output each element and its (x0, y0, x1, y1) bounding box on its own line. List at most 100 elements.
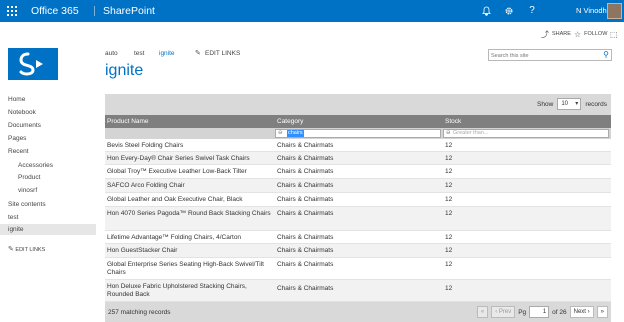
grid-toolbar: Show 10 records (105, 94, 611, 115)
leftnav-recent[interactable]: Recent (8, 148, 29, 155)
share-button[interactable]: ⤴ SHARE (541, 28, 571, 40)
cell-stock: 12 (445, 210, 453, 217)
share-icon: ⤴ (541, 29, 549, 39)
prev-label: Prev (498, 309, 512, 315)
category-filter-input[interactable]: ⊖ chairs (275, 129, 441, 138)
table-row[interactable]: SAFCO Arco Folding Chair Chairs & Chairm… (105, 179, 611, 193)
page-size-select[interactable]: 10 (557, 98, 582, 110)
cell-category: Chairs & Chairmats (277, 210, 334, 217)
search-box[interactable]: ⚲ (488, 49, 612, 61)
table-row[interactable]: Global Leather and Oak Executive Chair, … (105, 193, 611, 207)
table-row[interactable]: Lifetime Advantage™ Folding Chairs, 4/Ca… (105, 231, 611, 244)
table-row[interactable]: Bevis Steel Folding Chairs Chairs & Chai… (105, 139, 611, 152)
show-label: Show (537, 100, 554, 108)
topnav-item-auto[interactable]: auto (105, 50, 118, 57)
table-row[interactable]: Global Enterprise Series Seating High-Ba… (105, 258, 611, 280)
cell-category: Chairs & Chairmats (277, 261, 334, 268)
cell-category: Chairs & Chairmats (277, 234, 334, 241)
leftnav-ignite[interactable]: ignite (8, 226, 24, 233)
avatar[interactable] (607, 3, 622, 19)
last-page-button[interactable]: » (596, 306, 608, 318)
column-header-product-name[interactable]: Product Name (107, 118, 149, 125)
table-row[interactable]: Hon Every-Day® Chair Series Swivel Task … (105, 152, 611, 165)
cell-product-name: Hon 4070 Series Pagoda™ Round Back Stack… (107, 210, 271, 217)
follow-label: FOLLOW (584, 31, 608, 37)
product-name[interactable]: SharePoint (103, 0, 155, 22)
user-name[interactable]: N Vinodh (576, 0, 607, 22)
cell-stock: 12 (445, 168, 453, 175)
filter-icon: ⊖ (446, 130, 451, 136)
table-row[interactable]: Hon 4070 Series Pagoda™ Round Back Stack… (105, 207, 611, 231)
grid-filter-row: ⊖ chairs ⊖ Greater than... (105, 128, 611, 139)
leftnav-edit-links-label: EDIT LINKS (15, 247, 46, 253)
stock-filter-input[interactable]: ⊖ Greater than... (443, 129, 609, 138)
prev-page-button[interactable]: ‹ Prev (491, 306, 516, 318)
leftnav-pages[interactable]: Pages (8, 135, 26, 142)
matching-records-count: 257 matching records (108, 309, 171, 316)
page-number-input[interactable]: 1 (529, 306, 550, 318)
cell-product-name: Hon Every-Day® Chair Series Swivel Task … (107, 155, 250, 162)
follow-button[interactable]: ☆ FOLLOW (574, 28, 607, 40)
sharepoint-icon (19, 52, 43, 76)
filter-icon: ⊖ (278, 130, 283, 136)
bell-icon[interactable] (479, 0, 493, 22)
leftnav-site-contents[interactable]: Site contents (8, 201, 46, 208)
table-row[interactable]: Hon GuestStacker Chair Chairs & Chairmat… (105, 244, 611, 258)
focus-button[interactable]: ⬚ (610, 28, 618, 40)
cell-stock: 12 (445, 261, 453, 268)
suite-divider (94, 6, 95, 16)
grid-header: Product Name Category Stock (105, 115, 611, 128)
search-icon[interactable]: ⚲ (603, 50, 609, 60)
star-icon: ☆ (574, 29, 582, 39)
leftnav-edit-links[interactable]: ✎ EDIT LINKS (8, 245, 45, 253)
table-row[interactable]: Hon Deluxe Fabric Upholstered Stacking C… (105, 280, 611, 302)
topnav-item-ignite[interactable]: ignite (159, 50, 175, 57)
grid-footer: 257 matching records « ‹ Prev Pg 1 of 26… (105, 302, 611, 322)
category-filter-value: chairs (287, 130, 304, 137)
leftnav-test[interactable]: test (8, 214, 18, 221)
app-name[interactable]: Office 365 (31, 0, 79, 22)
pencil-icon[interactable]: ✎ (195, 49, 201, 57)
waffle-icon[interactable] (0, 0, 24, 22)
pencil-icon: ✎ (8, 246, 14, 253)
first-page-button[interactable]: « (476, 306, 489, 318)
cell-product-name: Global Enterprise Series Seating High-Ba… (107, 261, 264, 276)
sharepoint-logo[interactable] (8, 48, 58, 80)
cell-category: Chairs & Chairmats (277, 155, 334, 162)
leftnav-accessories[interactable]: Accessories (18, 162, 53, 169)
cell-product-name: Global Troy™ Executive Leather Low-Back … (107, 168, 247, 175)
page-title: ignite (105, 62, 144, 79)
search-input[interactable] (491, 51, 595, 60)
cell-product-name: Hon Deluxe Fabric Upholstered Stacking C… (107, 283, 247, 298)
gear-icon[interactable] (502, 0, 516, 22)
column-header-stock[interactable]: Stock (445, 118, 461, 125)
cell-product-name: Hon GuestStacker Chair (107, 247, 178, 254)
leftnav-vinosrf[interactable]: vinosrf (18, 187, 37, 194)
page-of-label: of 26 (552, 308, 567, 316)
cell-category: Chairs & Chairmats (277, 182, 334, 189)
leftnav-product[interactable]: Product (18, 174, 40, 181)
topnav-edit-links[interactable]: EDIT LINKS (205, 50, 240, 57)
cell-stock: 12 (445, 196, 453, 203)
cell-category: Chairs & Chairmats (277, 168, 334, 175)
topnav-item-test[interactable]: test (134, 50, 144, 57)
cell-product-name: SAFCO Arco Folding Chair (107, 182, 185, 189)
next-page-button[interactable]: Next › (569, 306, 594, 318)
leftnav-home[interactable]: Home (8, 96, 25, 103)
cell-product-name: Lifetime Advantage™ Folding Chairs, 4/Ca… (107, 234, 242, 241)
product-grid: Show 10 records Product Name Category St… (105, 94, 611, 322)
next-arrow-icon: › (585, 309, 590, 315)
table-row[interactable]: Global Troy™ Executive Leather Low-Back … (105, 165, 611, 179)
records-label: records (585, 100, 607, 108)
stock-filter-placeholder: Greater than... (453, 130, 489, 136)
leftnav-documents[interactable]: Documents (8, 122, 41, 129)
page-label: Pg (518, 308, 527, 316)
column-header-category[interactable]: Category (277, 118, 303, 125)
leftnav-notebook[interactable]: Notebook (8, 109, 36, 116)
cell-stock: 12 (445, 234, 453, 241)
cell-stock: 12 (445, 182, 453, 189)
cell-stock: 12 (445, 247, 453, 254)
cell-stock: 12 (445, 285, 453, 292)
help-icon[interactable]: ? (525, 0, 539, 22)
focus-icon: ⬚ (610, 29, 618, 39)
